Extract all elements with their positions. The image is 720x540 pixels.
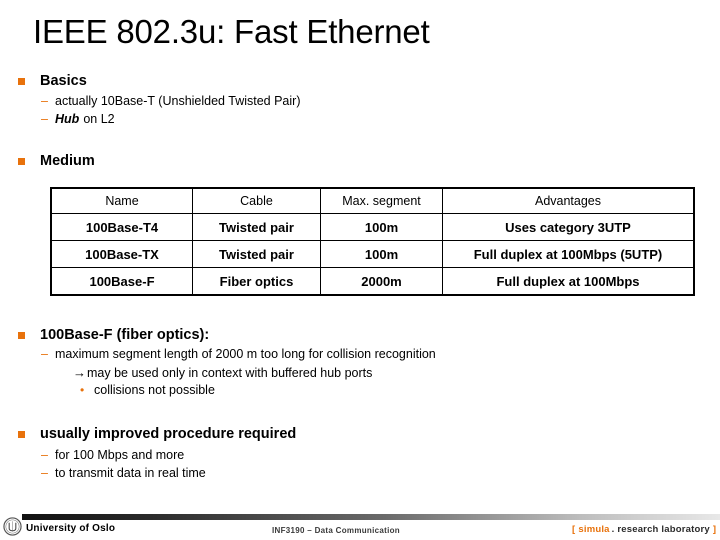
simula-brand-label: simula xyxy=(578,524,610,535)
uio-seal-icon xyxy=(3,517,22,536)
arrow-right-icon: → xyxy=(73,365,86,380)
square-bullet-icon xyxy=(18,431,25,438)
table-cell-advantages: Full duplex at 100Mbps xyxy=(442,267,695,296)
sub-bullet-fiber-arrow-label: may be used only in context with buffere… xyxy=(87,366,373,380)
slide-canvas: IEEE 802.3u: Fast Ethernet Basics – actu… xyxy=(0,0,720,540)
table-cell-cable: Fiber optics xyxy=(192,267,321,296)
bullet-procedure: usually improved procedure required xyxy=(18,425,296,444)
square-bullet-icon xyxy=(18,78,25,85)
table-cell-advantages: Full duplex at 100Mbps (5UTP) xyxy=(442,240,695,268)
table-cell-name: 100Base-TX xyxy=(50,240,193,268)
footer-university-label: University of Oslo xyxy=(26,523,116,534)
bullet-basics-label: Basics xyxy=(40,73,87,89)
sub-bullet-procedure-1: – for 100 Mbps and more xyxy=(41,447,184,464)
table-row: 100Base-F Fiber optics 2000m Full duplex… xyxy=(50,267,695,296)
table-header-row: Name Cable Max. segment Advantages xyxy=(50,187,695,214)
footer-course-label: INF3190 – Data Communication xyxy=(272,526,400,535)
table-header-advantages: Advantages xyxy=(442,187,695,214)
sub-bullet-fiber-1-label: maximum segment length of 2000 m too lon… xyxy=(55,347,436,361)
sub-bullet-basics-1-label: actually 10Base-T (Unshielded Twisted Pa… xyxy=(55,94,301,108)
sub-bullet-fiber-arrow: → may be used only in context with buffe… xyxy=(73,364,372,382)
table-cell-cable: Twisted pair xyxy=(192,213,321,241)
sub-bullet-basics-2: – Hub on L2 xyxy=(41,111,115,128)
page-title: IEEE 802.3u: Fast Ethernet xyxy=(33,13,430,50)
table-cell-name: 100Base-T4 xyxy=(50,213,193,241)
sub-bullet-procedure-2: – to transmit data in real time xyxy=(41,465,206,482)
bullet-procedure-label: usually improved procedure required xyxy=(40,426,297,442)
table-cell-segment: 100m xyxy=(320,240,443,268)
bullet-medium: Medium xyxy=(18,152,95,171)
dash-icon: – xyxy=(41,347,48,361)
sub-bullet-procedure-1-label: for 100 Mbps and more xyxy=(55,448,185,462)
sub-bullet-fiber-1: – maximum segment length of 2000 m too l… xyxy=(41,346,436,363)
table-row: 100Base-T4 Twisted pair 100m Uses catego… xyxy=(50,213,695,241)
bullet-fiber-label: 100Base-F (fiber optics): xyxy=(40,327,210,343)
simula-rest-label: . research laboratory xyxy=(611,524,710,535)
dash-icon: – xyxy=(41,448,48,462)
table-cell-advantages: Uses category 3UTP xyxy=(442,213,695,241)
sub-bullet-basics-2-label: on L2 xyxy=(83,112,115,126)
table-header-cable: Cable xyxy=(192,187,321,214)
dash-icon: – xyxy=(41,94,48,108)
sub-bullet-basics-2-emphasis: Hub xyxy=(55,112,80,126)
table-cell-cable: Twisted pair xyxy=(192,240,321,268)
table-header-segment: Max. segment xyxy=(320,187,443,214)
table-cell-segment: 100m xyxy=(320,213,443,241)
footer-gradient-divider xyxy=(22,514,720,520)
sub-bullet-fiber-dot: • collisions not possible xyxy=(80,382,215,399)
simula-logo: [simula. research laboratory] xyxy=(572,524,716,535)
square-bullet-icon xyxy=(18,332,25,339)
simula-bracket-open: [ xyxy=(572,524,576,535)
table-cell-name: 100Base-F xyxy=(50,267,193,296)
table-header-name: Name xyxy=(50,187,193,214)
simula-bracket-close: ] xyxy=(712,524,717,535)
medium-table: Name Cable Max. segment Advantages 100Ba… xyxy=(50,187,695,296)
table-row: 100Base-TX Twisted pair 100m Full duplex… xyxy=(50,240,695,268)
dash-icon: – xyxy=(41,466,48,480)
sub-bullet-basics-1: – actually 10Base-T (Unshielded Twisted … xyxy=(41,93,301,110)
dash-icon: – xyxy=(41,112,48,126)
table-cell-segment: 2000m xyxy=(320,267,443,296)
bullet-basics: Basics xyxy=(18,72,87,91)
bullet-medium-label: Medium xyxy=(40,153,95,169)
sub-bullet-fiber-dot-label: collisions not possible xyxy=(94,383,215,397)
square-bullet-icon xyxy=(18,158,25,165)
dot-bullet-icon: • xyxy=(80,383,85,397)
sub-bullet-procedure-2-label: to transmit data in real time xyxy=(55,466,206,480)
bullet-fiber: 100Base-F (fiber optics): xyxy=(18,326,209,345)
